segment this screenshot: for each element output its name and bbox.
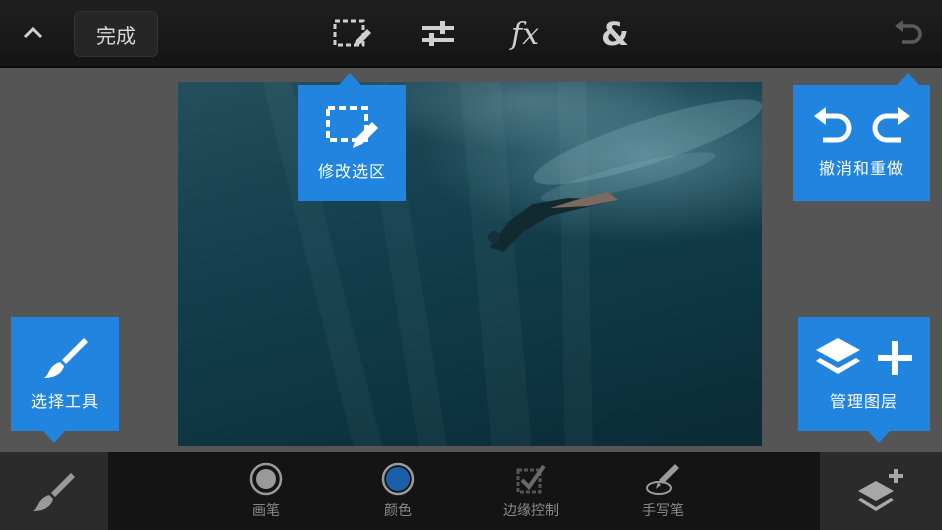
brush-tool-button[interactable] — [0, 452, 108, 530]
brush-icon — [33, 473, 75, 511]
tool-label: 边缘控制 — [503, 503, 559, 519]
callout-arrow — [43, 431, 65, 443]
undo-icon[interactable] — [884, 12, 932, 56]
callout-label: 撤消和重做 — [818, 159, 904, 178]
tool-label: 颜色 — [384, 503, 412, 519]
fx-icon[interactable]: fx — [495, 10, 555, 58]
brush-circle-icon — [249, 462, 283, 496]
dashed-selection-pencil-icon — [326, 106, 378, 148]
select-tool-callout: 选择工具 — [11, 317, 119, 431]
chevron-up-icon[interactable] — [14, 14, 52, 52]
brush-size-tool[interactable]: 画笔 — [216, 462, 316, 526]
bottom-toolbar: 画笔 颜色 边缘控制 手写笔 — [0, 452, 942, 530]
callout-arrow — [868, 431, 890, 443]
ampersand-icon[interactable]: & — [585, 10, 645, 58]
modify-selection-callout: 修改选区 — [298, 85, 406, 201]
stylus-tool[interactable]: 手写笔 — [613, 462, 713, 526]
callout-label: 修改选区 — [317, 162, 386, 181]
tool-label: 画笔 — [252, 503, 280, 519]
sliders-icon[interactable] — [408, 10, 468, 58]
brush-icon — [44, 338, 88, 378]
redo-icon — [872, 107, 910, 143]
done-button[interactable]: 完成 — [74, 11, 158, 57]
layers-button[interactable] — [820, 452, 942, 530]
edge-checkbox-icon — [516, 464, 546, 494]
selection-edit-icon[interactable] — [322, 10, 382, 58]
color-tool[interactable]: 颜色 — [348, 462, 448, 526]
layers-add-icon — [858, 469, 903, 511]
color-swatch-icon — [381, 462, 415, 496]
edge-control-tool[interactable]: 边缘控制 — [481, 462, 581, 526]
stylus-icon — [646, 464, 679, 495]
diver-silhouette — [488, 99, 762, 252]
tool-label: 手写笔 — [642, 503, 684, 519]
manage-layers-callout: 管理图层 — [798, 317, 930, 431]
callout-arrow — [339, 73, 361, 85]
callout-arrow — [897, 73, 919, 85]
top-toolbar: 完成 fx & — [0, 0, 942, 68]
callout-label: 选择工具 — [30, 392, 99, 411]
plus-icon — [878, 341, 912, 375]
photo-canvas[interactable] — [178, 82, 762, 446]
callout-label: 管理图层 — [829, 392, 898, 411]
undo-icon — [813, 107, 851, 143]
undo-redo-callout: 撤消和重做 — [793, 85, 930, 201]
layers-icon — [816, 338, 860, 374]
